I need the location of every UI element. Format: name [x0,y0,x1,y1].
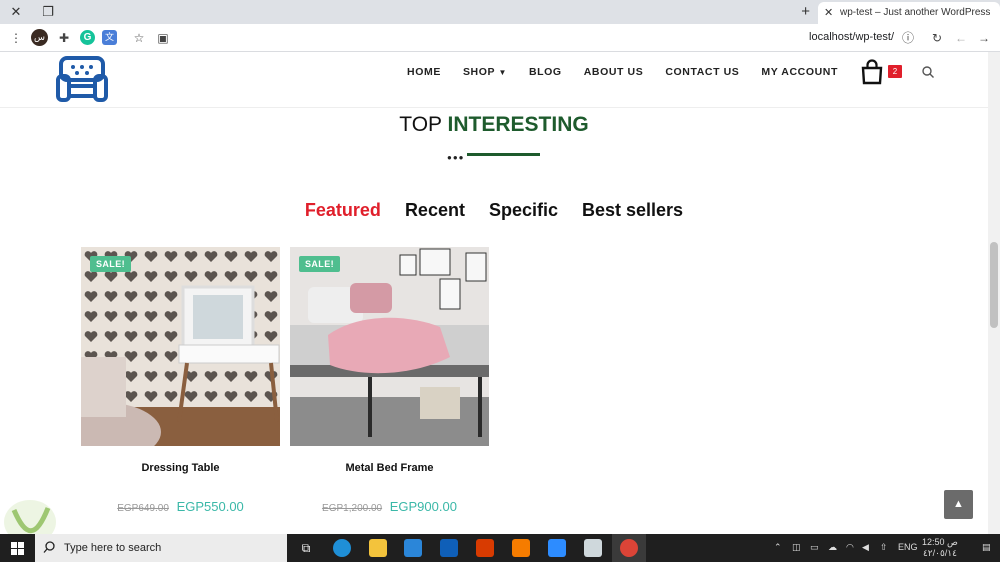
back-arrow-icon[interactable]: ← [953,30,969,46]
sale-price: EGP550.00 [176,499,244,514]
chevron-down-icon: ▼ [498,68,507,77]
xampp-icon[interactable] [512,539,530,557]
tab-best-sellers[interactable]: Best sellers [582,200,683,221]
product-card[interactable]: SALE! Metal Bed Frame EGP1,200.00 EGP900… [290,247,489,514]
sale-badge: SALE! [90,256,131,272]
sale-price: EGP900.00 [389,499,457,514]
old-price: EGP1,200.00 [322,503,383,514]
site-header: HOME SHOP ▼ BLOG ABOUT US CONTACT US MY … [0,52,988,108]
cart-button[interactable]: 2 [859,59,903,89]
bookmark-star-icon[interactable]: ☆ [131,30,147,46]
taskbar-search-icon [43,541,55,553]
profile-avatar[interactable]: س [31,29,48,46]
browser-tabstrip: ✕ ❐ + ✕ wp-test – Just another WordPress [0,0,1000,24]
tray-app-icon[interactable]: ◫ [792,542,801,553]
page-scrollbar[interactable] [988,52,1000,534]
product-image-dressing-table[interactable]: SALE! [81,247,280,446]
title-divider: ●●● [447,152,543,162]
watermark-logo-icon [4,500,56,538]
windows-start-icon[interactable] [11,542,24,555]
screenshot-icon[interactable]: ▣ [155,30,171,46]
upload-cloud-icon[interactable]: ⇧ [880,542,888,553]
edge-browser-icon[interactable] [333,539,351,557]
office-icon[interactable] [476,539,494,557]
nav-about-us[interactable]: ABOUT US [584,66,644,78]
divider-line [467,153,540,156]
scrollbar-thumb[interactable] [990,242,998,328]
notepad-icon[interactable] [584,539,602,557]
product-tabs: Featured Recent Specific Best sellers [0,200,988,221]
nav-blog[interactable]: BLOG [529,66,562,78]
browser-toolbar: ⋮ س ✚ G 文 ☆ ▣ localhost/wp-test/ ⓘ ↻ ← → [0,24,1000,52]
forward-arrow-icon[interactable]: → [976,30,992,46]
nav-home[interactable]: HOME [407,66,441,78]
section-title: TOP INTERESTING [0,113,988,137]
language-indicator[interactable]: ENG [898,542,918,552]
notifications-icon[interactable]: ▤ [982,542,991,553]
translate-icon[interactable]: 文 [102,30,117,45]
taskbar-clock[interactable]: 12:50 ص ٤٢/٠٥/١٤ [922,537,958,559]
nav-shop[interactable]: SHOP ▼ [463,66,507,78]
sale-badge: SALE! [299,256,340,272]
battery-icon[interactable]: ▭ [810,542,819,553]
cloud-icon[interactable]: ☁ [828,542,837,553]
extensions-icon[interactable]: ✚ [56,30,72,46]
cart-count-badge: 2 [888,65,902,78]
tab-featured[interactable]: Featured [305,200,381,221]
zoom-icon[interactable] [548,539,566,557]
chrome-icon[interactable] [620,539,638,557]
browser-tab[interactable]: ✕ wp-test – Just another WordPress [818,2,1000,24]
windows-taskbar: Type here to search ⧉ ⌃ ◫ ▭ ☁ ◠ ◀ ⇧ ENG … [0,534,1000,562]
close-window-icon[interactable]: ✕ [8,4,24,20]
product-card[interactable]: SALE! Dressing Table EGP649.00 EGP550.00 [81,247,280,514]
divider-dots: ●●● [447,153,465,162]
wifi-icon[interactable]: ◠ [846,542,854,553]
tray-chevron-up-icon[interactable]: ⌃ [774,542,782,553]
close-tab-icon[interactable]: ✕ [824,2,833,24]
nav-contact-us[interactable]: CONTACT US [665,66,739,78]
restore-window-icon[interactable]: ❐ [40,4,56,20]
section-title-accent: INTERESTING [447,113,589,136]
new-tab-icon[interactable]: + [801,3,810,20]
address-bar[interactable]: localhost/wp-test/ [809,31,894,43]
product-name[interactable]: Dressing Table [81,462,280,474]
main-nav: HOME SHOP ▼ BLOG ABOUT US CONTACT US MY … [407,66,838,78]
menu-dots-icon[interactable]: ⋮ [8,30,24,46]
site-info-icon[interactable]: ⓘ [900,30,916,46]
tab-recent[interactable]: Recent [405,200,465,221]
search-icon[interactable] [921,65,935,79]
old-price: EGP649.00 [117,503,169,514]
tab-title: wp-test – Just another WordPress [840,7,991,18]
clock-time: 12:50 ص [922,537,958,547]
back-to-top-button[interactable]: ▲ [944,490,973,519]
section-title-plain: TOP [399,113,442,136]
armchair-logo-icon[interactable] [55,52,109,106]
grammarly-icon[interactable]: G [80,30,95,45]
reload-icon[interactable]: ↻ [929,30,945,46]
product-price: EGP1,200.00 EGP900.00 [290,499,489,514]
taskbar-search-box[interactable]: Type here to search [35,534,287,562]
mail-icon[interactable] [440,539,458,557]
taskbar-search-placeholder: Type here to search [64,542,162,554]
product-price: EGP649.00 EGP550.00 [81,499,280,514]
metal-bed-frame-image [290,247,489,446]
nav-shop-label: SHOP [462,66,495,78]
product-image-metal-bed-frame[interactable]: SALE! [290,247,489,446]
dressing-table-image [81,247,280,446]
store-icon[interactable] [404,539,422,557]
volume-icon[interactable]: ◀ [862,542,869,553]
file-explorer-icon[interactable] [369,539,387,557]
shopping-bag-icon [861,59,883,85]
product-name[interactable]: Metal Bed Frame [290,462,489,474]
clock-date: ٤٢/٠٥/١٤ [922,548,957,558]
tab-specific[interactable]: Specific [489,200,558,221]
task-view-icon[interactable]: ⧉ [297,539,315,557]
nav-my-account[interactable]: MY ACCOUNT [761,66,838,78]
